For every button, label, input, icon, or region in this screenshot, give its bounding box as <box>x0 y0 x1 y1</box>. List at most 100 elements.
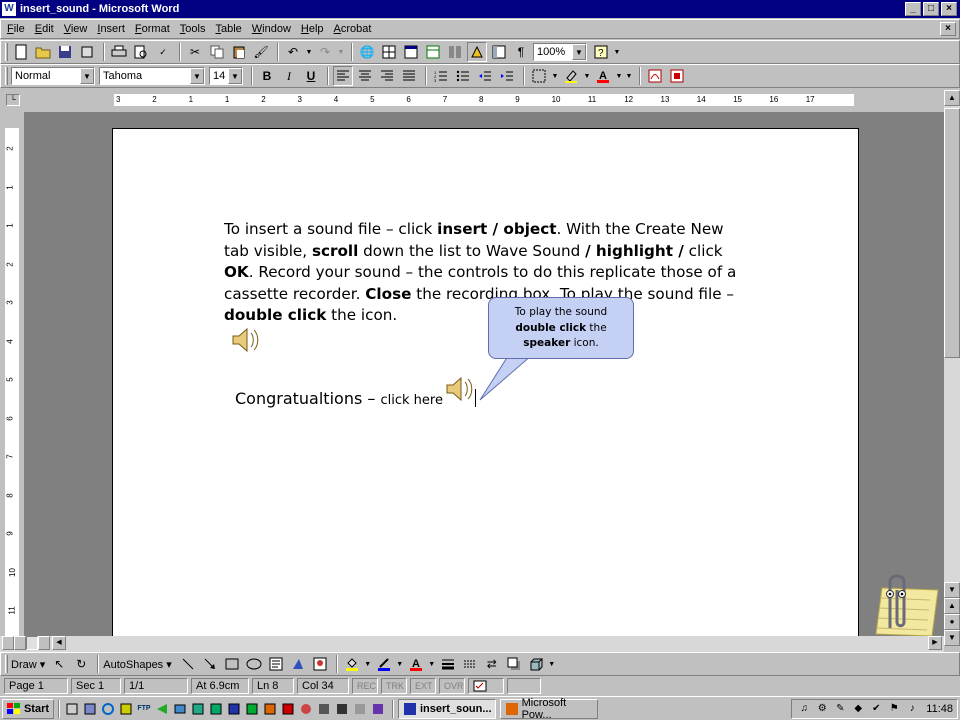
font-color-icon[interactable]: A <box>593 66 613 86</box>
ftp-icon[interactable]: FTP <box>136 701 152 717</box>
line-icon[interactable] <box>178 654 198 674</box>
tray-5-icon[interactable]: ✔ <box>868 701 884 717</box>
status-page[interactable]: Page 1 <box>4 678 68 694</box>
autoshapes-menu[interactable]: AutoShapes ▾ <box>103 658 172 671</box>
permission-icon[interactable] <box>77 42 97 62</box>
status-trk[interactable]: TRK <box>381 678 407 694</box>
menu-window[interactable]: Window <box>252 23 291 35</box>
acrobat-email-icon[interactable] <box>667 66 687 86</box>
office-assistant-icon[interactable] <box>862 568 942 638</box>
instruction-paragraph[interactable]: To insert a sound file – click insert / … <box>224 219 748 327</box>
callout-box[interactable]: To play the sound double click the speak… <box>488 297 634 359</box>
arrow-icon[interactable] <box>200 654 220 674</box>
oval-icon[interactable] <box>244 654 264 674</box>
powerpoint-icon[interactable] <box>262 701 278 717</box>
font-color-dropdown-icon[interactable]: ▼ <box>615 66 623 86</box>
quicklaunch-4-icon[interactable] <box>118 701 134 717</box>
select-browse-object-button[interactable]: ● <box>944 614 960 630</box>
shadow-icon[interactable] <box>504 654 524 674</box>
menu-acrobat[interactable]: Acrobat <box>334 23 372 35</box>
click-here-text[interactable]: click here <box>380 393 442 408</box>
status-ovr[interactable]: OVR <box>439 678 465 694</box>
toolbar-grip[interactable] <box>5 67 8 85</box>
quicklaunch-16-icon[interactable] <box>334 701 350 717</box>
redo-dropdown-icon[interactable]: ▼ <box>337 42 345 62</box>
menu-help[interactable]: Help <box>301 23 324 35</box>
vertical-scrollbar[interactable]: ▲ ▼ ▲ ● ▼ <box>944 90 960 646</box>
quicklaunch-1-icon[interactable] <box>64 701 80 717</box>
line-style-icon[interactable] <box>438 654 458 674</box>
numbering-icon[interactable]: 123 <box>431 66 451 86</box>
new-document-icon[interactable] <box>11 42 31 62</box>
tray-3-icon[interactable]: ✎ <box>832 701 848 717</box>
draw-font-color-icon[interactable]: A <box>406 654 426 674</box>
scroll-down-button[interactable]: ▼ <box>944 582 960 598</box>
start-button[interactable]: Start <box>2 698 54 719</box>
status-ext[interactable]: EXT <box>410 678 436 694</box>
borders-dropdown-icon[interactable]: ▼ <box>551 66 559 86</box>
status-rec[interactable]: REC <box>352 678 378 694</box>
quicklaunch-8-icon[interactable] <box>190 701 206 717</box>
highlight-dropdown-icon[interactable]: ▼ <box>583 66 591 86</box>
status-at[interactable]: At 6.9cm <box>191 678 249 694</box>
borders-icon[interactable] <box>529 66 549 86</box>
previous-page-button[interactable]: ▲ <box>944 598 960 614</box>
word-app-icon[interactable]: W <box>2 2 16 16</box>
outline-view-button[interactable] <box>38 636 50 650</box>
align-right-icon[interactable] <box>377 66 397 86</box>
toolbar-grip[interactable] <box>5 655 8 673</box>
select-objects-icon[interactable]: ↖ <box>49 654 69 674</box>
toolbar-options-icon[interactable]: ▼ <box>613 42 621 62</box>
toolbar-options-icon[interactable]: ▼ <box>625 66 633 86</box>
scroll-right-button[interactable]: ▶ <box>928 636 942 650</box>
draw-menu[interactable]: Draw ▾ <box>11 658 45 671</box>
columns-icon[interactable] <box>445 42 465 62</box>
menu-table[interactable]: Table <box>215 23 241 35</box>
spelling-status-icon[interactable] <box>468 678 504 694</box>
arrow-style-icon[interactable]: ⇄ <box>482 654 502 674</box>
bold-button[interactable]: B <box>257 66 277 86</box>
acrobat-convert-icon[interactable] <box>645 66 665 86</box>
tables-borders-icon[interactable] <box>379 42 399 62</box>
fill-color-dropdown-icon[interactable]: ▼ <box>364 654 372 674</box>
paste-icon[interactable] <box>229 42 249 62</box>
quicklaunch-6-icon[interactable] <box>154 701 170 717</box>
open-folder-icon[interactable] <box>33 42 53 62</box>
scroll-left-button[interactable]: ◀ <box>52 636 66 650</box>
font-size-combo[interactable]: 14 ▼ <box>209 67 243 85</box>
tray-2-icon[interactable]: ⚙ <box>814 701 830 717</box>
free-rotate-icon[interactable]: ↻ <box>71 654 91 674</box>
acrobat-icon[interactable] <box>280 701 296 717</box>
align-center-icon[interactable] <box>355 66 375 86</box>
menu-view[interactable]: View <box>64 23 88 35</box>
speaker-icon[interactable] <box>230 324 262 356</box>
close-button[interactable]: × <box>941 2 957 16</box>
text-box-icon[interactable] <box>266 654 286 674</box>
3d-icon[interactable] <box>526 654 546 674</box>
clock[interactable]: 11:48 <box>926 703 953 715</box>
cut-icon[interactable]: ✂ <box>185 42 205 62</box>
volume-icon[interactable]: ♪ <box>904 701 920 717</box>
tray-4-icon[interactable]: ◆ <box>850 701 866 717</box>
menu-file[interactable]: File <box>7 23 25 35</box>
style-combo[interactable]: Normal ▼ <box>11 67 95 85</box>
status-page-count[interactable]: 1/1 <box>124 678 188 694</box>
drawing-toggle-icon[interactable] <box>467 42 487 62</box>
menu-edit[interactable]: Edit <box>35 23 54 35</box>
print-preview-icon[interactable] <box>131 42 151 62</box>
internet-explorer-icon[interactable] <box>100 701 116 717</box>
spelling-icon[interactable]: ✓ <box>153 42 173 62</box>
print-layout-button[interactable] <box>26 636 38 650</box>
highlight-icon[interactable] <box>561 66 581 86</box>
vertical-ruler[interactable]: 2 1 1 2 3 4 5 6 7 8 9 10 11 <box>5 128 19 638</box>
zoom-combo[interactable]: 100% ▼ <box>533 43 587 61</box>
justify-icon[interactable] <box>399 66 419 86</box>
menu-insert[interactable]: Insert <box>97 23 125 35</box>
scroll-thumb[interactable] <box>944 108 960 358</box>
tab-selector[interactable]: └ <box>6 94 20 106</box>
insert-clipart-icon[interactable] <box>310 654 330 674</box>
save-disk-icon[interactable] <box>55 42 75 62</box>
toolbar-grip[interactable] <box>5 43 8 61</box>
quicklaunch-18-icon[interactable] <box>370 701 386 717</box>
chevron-down-icon[interactable]: ▼ <box>228 68 242 84</box>
